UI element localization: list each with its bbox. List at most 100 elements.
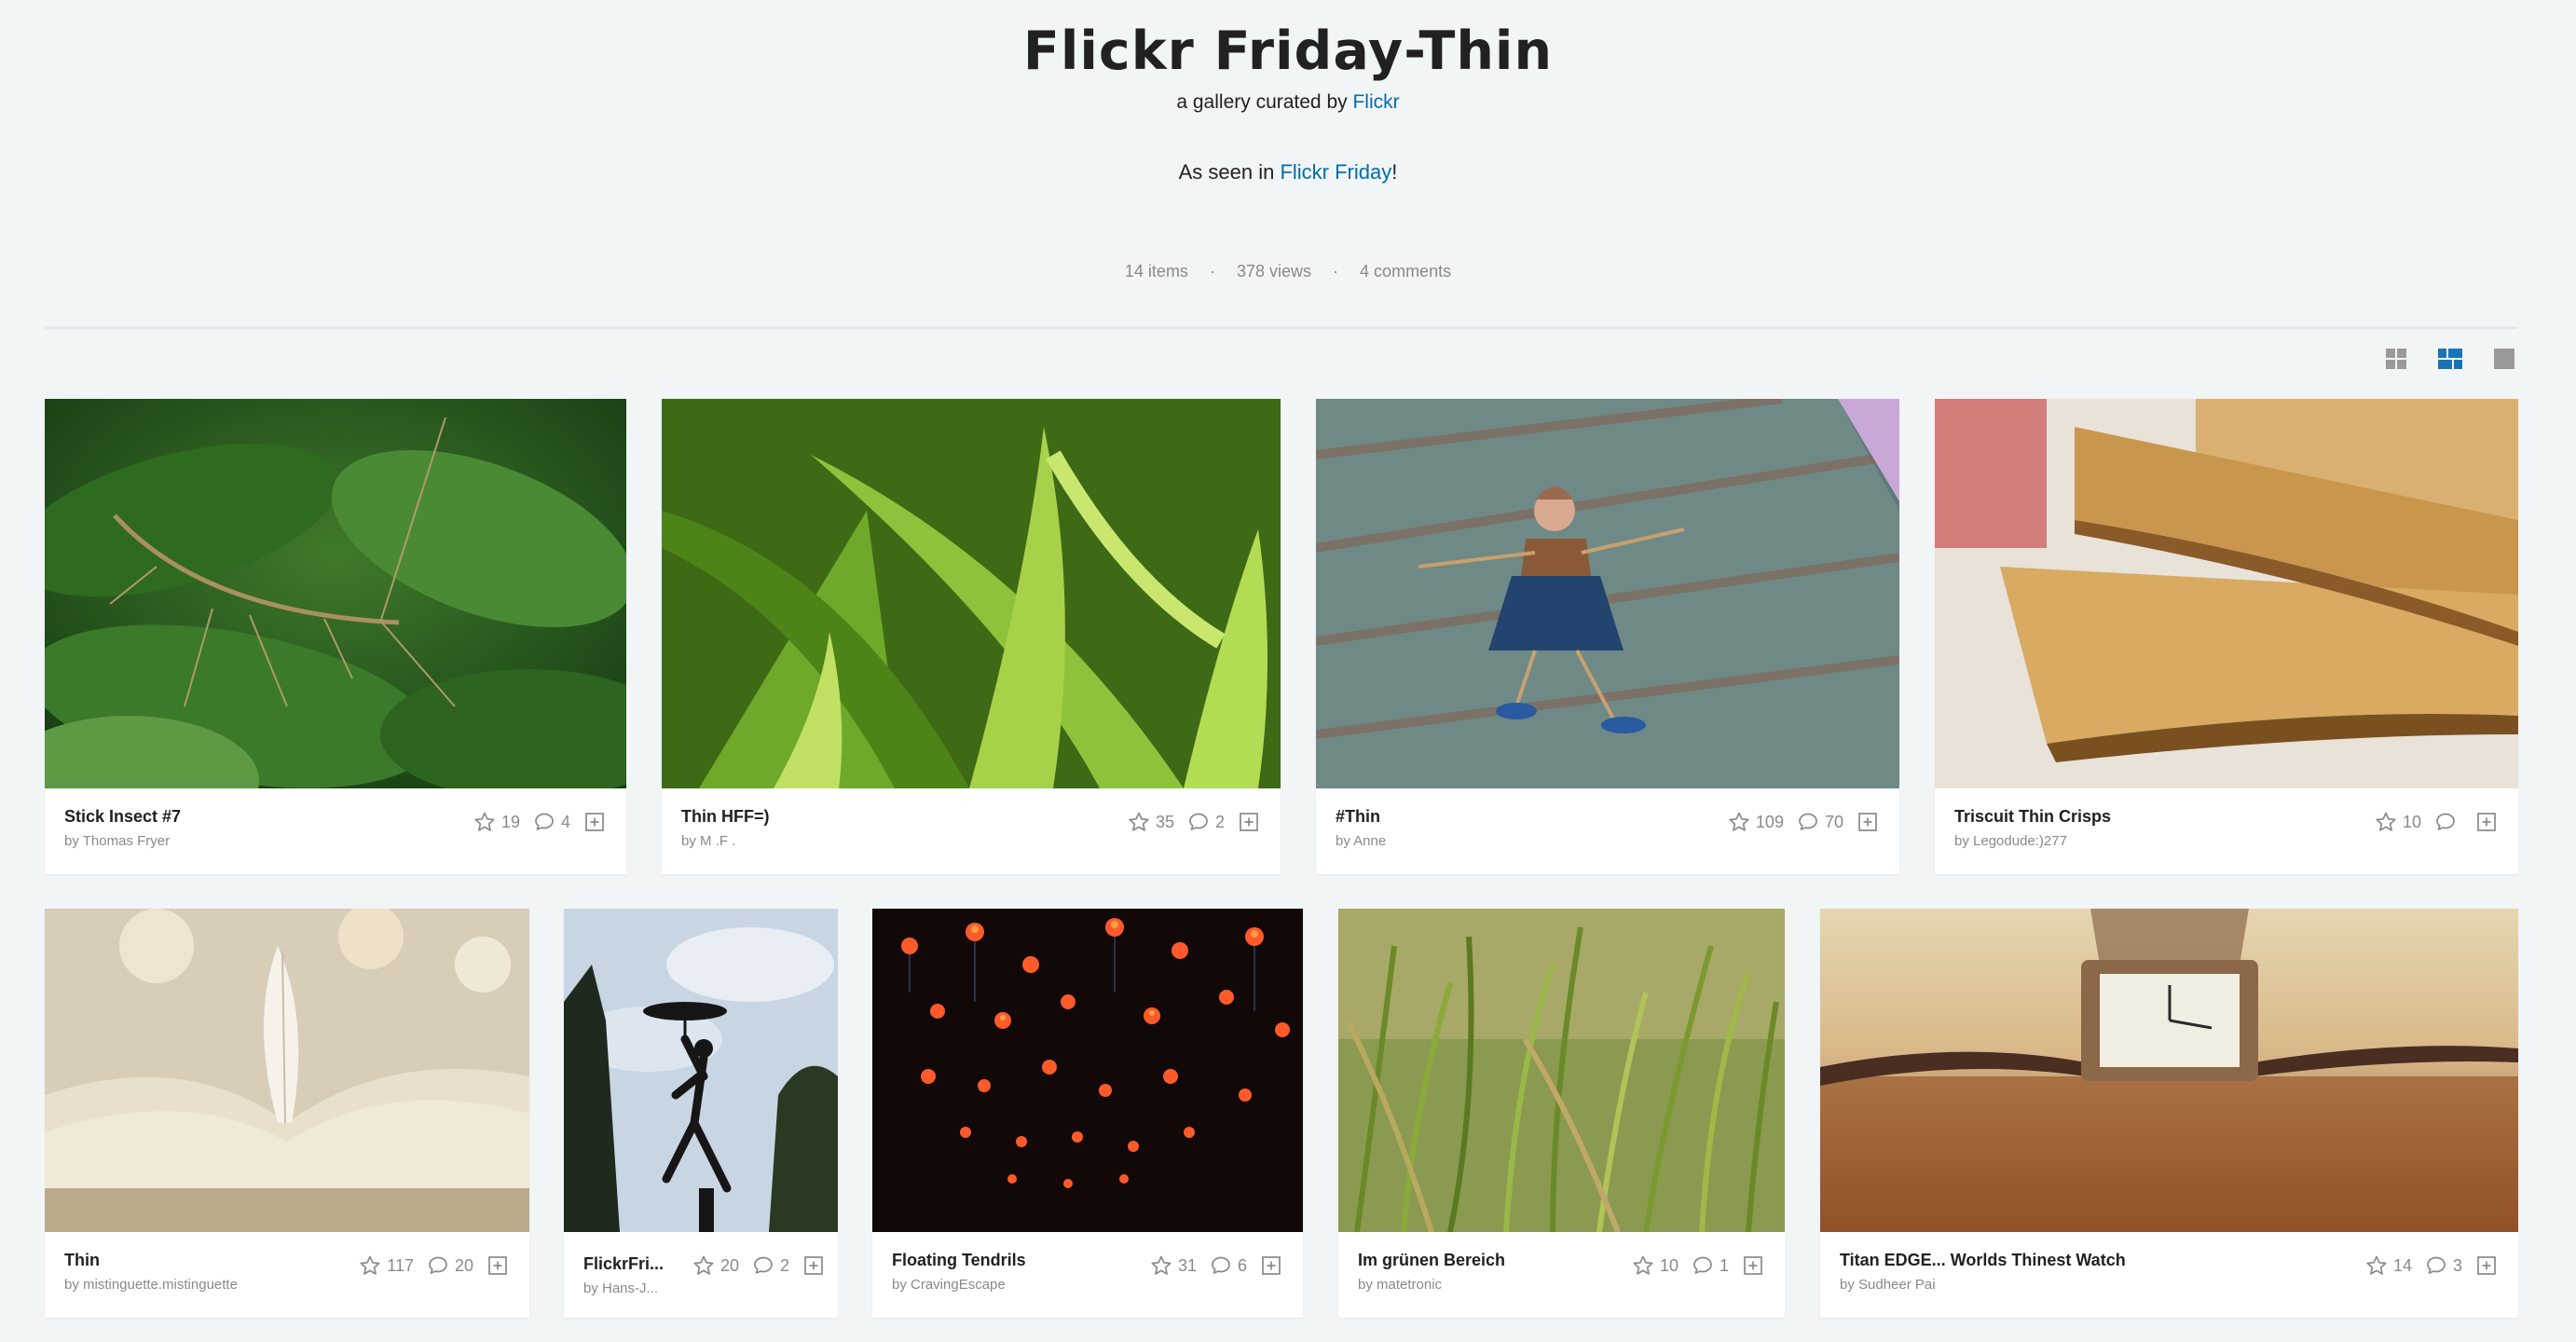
stick-insect-photo — [45, 399, 626, 788]
photo-owner[interactable]: by CravingEscape — [892, 1277, 1006, 1293]
stats-separator: · — [1209, 262, 1215, 281]
photo-actions: 31 6 — [1141, 1254, 1282, 1277]
comment-button[interactable]: 20 — [427, 1254, 473, 1277]
photo-card[interactable]: FlickrFri... by Hans-J... 20 2 — [564, 909, 838, 1318]
photo-thumbnail[interactable] — [564, 909, 838, 1232]
photo-card[interactable]: Stick Insect #7 by Thomas Fryer 19 4 — [45, 399, 626, 874]
grid-justified-layout-button[interactable] — [2437, 347, 2462, 371]
fave-count: 10 — [2402, 812, 2421, 831]
photo-owner[interactable]: by mistinguette.mistinguette — [64, 1277, 238, 1293]
open-book-feather-photo — [45, 909, 529, 1232]
comment-button[interactable]: 6 — [1210, 1254, 1247, 1277]
grid-small-layout-button[interactable] — [2384, 347, 2408, 371]
photo-title[interactable]: Stick Insect #7 — [64, 807, 181, 827]
comment-button[interactable] — [2434, 811, 2462, 833]
comment-icon — [752, 1254, 774, 1277]
fave-count: 109 — [1755, 812, 1784, 831]
fave-button[interactable]: 31 — [1150, 1254, 1197, 1277]
floating-lanterns-photo — [872, 909, 1303, 1232]
add-to-gallery-button[interactable] — [486, 1254, 509, 1277]
photo-card[interactable]: Thin HFF=) by M .F . 35 2 — [662, 399, 1281, 874]
add-to-gallery-button[interactable] — [1857, 811, 1879, 833]
photo-thumbnail[interactable] — [45, 909, 529, 1232]
add-icon — [583, 811, 606, 833]
green-grass-photo — [1338, 909, 1785, 1232]
star-icon — [359, 1254, 381, 1277]
photo-owner[interactable]: by M .F . — [681, 833, 735, 849]
fave-count: 20 — [719, 1255, 739, 1275]
photo-thumbnail[interactable] — [1316, 399, 1899, 788]
photo-card[interactable]: Triscuit Thin Crisps by Legodude:)277 10 — [1935, 399, 2518, 874]
photo-thumbnail[interactable] — [1935, 399, 2518, 788]
comment-button[interactable]: 4 — [533, 811, 570, 833]
photo-title[interactable]: Thin — [64, 1251, 100, 1270]
comment-button[interactable]: 3 — [2425, 1254, 2462, 1277]
photo-title[interactable]: Floating Tendrils — [892, 1251, 1026, 1270]
comment-button[interactable]: 1 — [1692, 1254, 1729, 1277]
photo-title[interactable]: FlickrFri... — [583, 1254, 664, 1274]
comment-count: 20 — [454, 1255, 473, 1275]
photo-title[interactable]: Im grünen Bereich — [1358, 1251, 1505, 1270]
photo-owner[interactable]: by Thomas Fryer — [64, 833, 170, 849]
add-to-gallery-button[interactable] — [2475, 1254, 2498, 1277]
photo-title[interactable]: Triscuit Thin Crisps — [1954, 807, 2111, 827]
photo-title[interactable]: Titan EDGE... Worlds Thinest Watch — [1840, 1251, 2126, 1270]
flickr-friday-link[interactable]: Flickr Friday — [1280, 160, 1391, 184]
stats-separator: · — [1333, 262, 1339, 281]
add-to-gallery-button[interactable] — [1742, 1254, 1764, 1277]
gallery-curator-line: a gallery curated by Flickr — [0, 91, 2576, 114]
add-to-gallery-button[interactable] — [2475, 811, 2498, 833]
photo-owner[interactable]: by Sudheer Pai — [1840, 1277, 1936, 1293]
photo-card[interactable]: Thin by mistinguette.mistinguette 117 20 — [45, 909, 529, 1318]
photo-owner[interactable]: by Anne — [1336, 833, 1386, 849]
comment-count: 2 — [1214, 812, 1225, 831]
photo-card[interactable]: Im grünen Bereich by matetronic 10 1 — [1338, 909, 1785, 1318]
grid-large-layout-button[interactable] — [2492, 347, 2516, 371]
photo-thumbnail[interactable] — [1820, 909, 2518, 1232]
comments-count: 4 comments — [1360, 262, 1452, 281]
photo-card[interactable]: #Thin by Anne 109 70 — [1316, 399, 1899, 874]
photo-thumbnail[interactable] — [45, 399, 626, 788]
fave-button[interactable]: 117 — [359, 1254, 414, 1277]
photo-card[interactable]: Floating Tendrils by CravingEscape 31 6 — [872, 909, 1303, 1318]
add-to-gallery-button[interactable] — [583, 811, 606, 833]
add-to-gallery-button[interactable] — [1238, 811, 1260, 833]
comment-button[interactable]: 2 — [752, 1254, 789, 1277]
fave-count: 14 — [2392, 1255, 2412, 1275]
umbrella-statue-photo — [564, 909, 838, 1232]
add-to-gallery-button[interactable] — [802, 1254, 825, 1277]
photo-actions: 20 2 — [683, 1254, 825, 1277]
photo-thumbnail[interactable] — [662, 399, 1281, 788]
photo-card[interactable]: Titan EDGE... Worlds Thinest Watch by Su… — [1820, 909, 2518, 1318]
fave-count: 117 — [387, 1255, 414, 1275]
photo-thumbnail[interactable] — [872, 909, 1303, 1232]
fave-button[interactable]: 10 — [2375, 811, 2421, 833]
photo-owner[interactable]: by Legodude:)277 — [1954, 833, 2067, 849]
photo-meta: Thin by mistinguette.mistinguette 117 20 — [45, 1232, 529, 1318]
photo-owner[interactable]: by matetronic — [1358, 1277, 1442, 1293]
photo-title[interactable]: Thin HFF=) — [681, 807, 769, 827]
add-icon — [802, 1254, 825, 1277]
add-icon — [2475, 1254, 2498, 1277]
add-icon — [1238, 811, 1260, 833]
fave-button[interactable]: 14 — [2365, 1254, 2412, 1277]
fave-button[interactable]: 20 — [692, 1254, 739, 1277]
star-icon — [1632, 1254, 1654, 1277]
comment-icon — [1210, 1254, 1232, 1277]
items-count: 14 items — [1124, 262, 1188, 281]
comment-button[interactable]: 70 — [1797, 811, 1843, 833]
fave-button[interactable]: 35 — [1128, 811, 1174, 833]
add-to-gallery-button[interactable] — [1260, 1254, 1282, 1277]
photo-title[interactable]: #Thin — [1336, 807, 1380, 827]
doll-on-wood-photo — [1316, 399, 1899, 788]
photo-actions: 109 70 — [1719, 811, 1879, 833]
photo-owner[interactable]: by Hans-J... — [583, 1280, 658, 1296]
fave-button[interactable]: 19 — [473, 811, 520, 833]
fave-button[interactable]: 109 — [1728, 811, 1784, 833]
comment-button[interactable]: 2 — [1187, 811, 1225, 833]
curator-link[interactable]: Flickr — [1352, 91, 1399, 113]
fave-button[interactable]: 10 — [1632, 1254, 1679, 1277]
photo-thumbnail[interactable] — [1338, 909, 1785, 1232]
comment-icon — [1797, 811, 1819, 833]
fave-count: 19 — [500, 812, 520, 831]
